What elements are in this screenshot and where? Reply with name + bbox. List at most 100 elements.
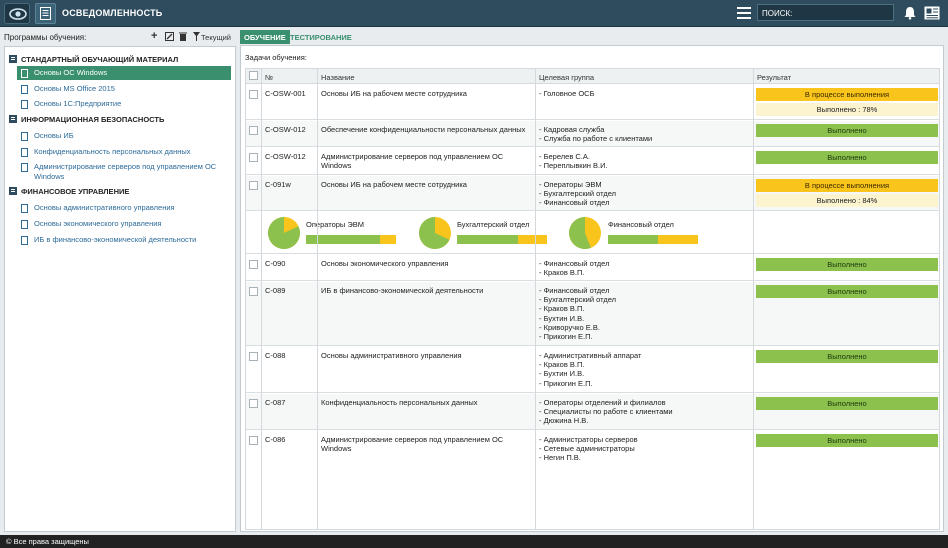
- tree-item-admin-management[interactable]: Основы административного управления: [17, 203, 231, 213]
- tree-item-is-basics[interactable]: Основы ИБ: [17, 131, 231, 141]
- file-icon: [21, 220, 28, 229]
- row-checkbox[interactable]: [249, 90, 258, 99]
- task-id: C-090: [265, 259, 286, 268]
- row-checkbox[interactable]: [249, 352, 258, 361]
- file-icon: [21, 85, 28, 94]
- tree-item-personal-data[interactable]: Конфиденциальность персональных данных: [17, 147, 231, 157]
- task-group: - Берелев С.А. - Переплывкин В.И.: [539, 152, 608, 171]
- col-target-group[interactable]: Целевая группа: [539, 73, 594, 82]
- table-row[interactable]: C-089 ИБ в финансово-экономической деяте…: [246, 282, 939, 346]
- dept-name-operators: Операторы ЭВМ: [306, 220, 365, 229]
- tree-item-label: Основы 1С:Предприятие: [34, 99, 122, 108]
- programs-toolbar: Программы обучения: + Текущий: [4, 30, 236, 45]
- col-number[interactable]: №: [265, 73, 273, 82]
- status-in-progress: В процессе выполнения: [756, 88, 938, 101]
- tree-item-ms-office[interactable]: Основы MS Office 2015: [17, 84, 231, 94]
- task-id: C-OSW-012: [265, 125, 306, 134]
- tree-group-security[interactable]: ИНФОРМАЦИОННАЯ БЕЗОПАСНОСТЬ: [9, 115, 164, 124]
- column-divider: [261, 69, 262, 529]
- menu-icon[interactable]: [737, 7, 751, 19]
- current-filter-label[interactable]: Текущий: [201, 33, 231, 42]
- programs-tree: СТАНДАРТНЫЙ ОБУЧАЮЩИЙ МАТЕРИАЛ Основы ОС…: [4, 46, 236, 532]
- bar-finance: [608, 235, 698, 244]
- table-row[interactable]: C-OSW-012 Администрирование серверов под…: [246, 148, 939, 175]
- table-row[interactable]: C-086 Администрирование серверов под упр…: [246, 431, 939, 467]
- search-input[interactable]: [790, 7, 890, 19]
- table-row[interactable]: C-090 Основы экономического управления -…: [246, 255, 939, 281]
- tree-item-label: ИБ в финансово-экономической деятельност…: [34, 235, 197, 244]
- task-id: C-091w: [265, 180, 291, 189]
- column-divider: [535, 69, 536, 529]
- task-group: - Администраторы серверов - Сетевые адми…: [539, 435, 638, 463]
- col-result[interactable]: Результат: [757, 73, 791, 82]
- dept-name-accounting: Бухгалтерский отдел: [457, 220, 530, 229]
- task-name: Основы экономического управления: [321, 259, 449, 268]
- bar-fill-accounting: [457, 235, 519, 244]
- tree-item-label: Основы административного управления: [34, 203, 175, 212]
- tree-item-label: Администрирование серверов под управлени…: [34, 162, 217, 181]
- select-all-checkbox[interactable]: [249, 71, 258, 80]
- folder-icon: [9, 55, 17, 63]
- task-group: - Кадровая служба - Служба по работе с к…: [539, 125, 653, 144]
- table-header: № Название Целевая группа Результат: [246, 69, 939, 84]
- file-icon: [21, 163, 28, 172]
- row-checkbox[interactable]: [249, 126, 258, 135]
- task-id: C-086: [265, 435, 286, 444]
- tab-testing[interactable]: ТЕСТИРОВАНИЕ: [286, 30, 356, 44]
- table-row[interactable]: C-OSW-012 Обеспечение конфиденциальности…: [246, 121, 939, 147]
- app-title: ОСВЕДОМЛЕННОСТЬ: [62, 8, 163, 18]
- search-box[interactable]: ПОИСК:: [757, 4, 894, 21]
- status-done: Выполнено: [756, 285, 938, 298]
- tree-item-label: Основы MS Office 2015: [34, 84, 115, 93]
- file-icon: [21, 69, 28, 78]
- file-icon: [21, 100, 28, 109]
- row-checkbox[interactable]: [249, 260, 258, 269]
- row-checkbox[interactable]: [249, 436, 258, 445]
- task-name: Основы ИБ на рабочем месте сотрудника: [321, 89, 467, 98]
- table-row[interactable]: C-088 Основы административного управлени…: [246, 347, 939, 393]
- tree-group-finance[interactable]: ФИНАНСОВОЕ УПРАВЛЕНИЕ: [9, 187, 129, 196]
- bar-operators: [306, 235, 396, 244]
- tree-item-economic-management[interactable]: Основы экономического управления: [17, 219, 231, 229]
- tree-item-label: Конфиденциальность персональных данных: [34, 147, 191, 156]
- tree-item-label: Основы ИБ: [34, 131, 74, 140]
- row-checkbox[interactable]: [249, 399, 258, 408]
- filter-icon[interactable]: [193, 32, 200, 43]
- bell-icon[interactable]: [903, 6, 917, 22]
- col-name[interactable]: Название: [321, 73, 355, 82]
- task-name: Администрирование серверов под управлени…: [321, 152, 504, 171]
- tasks-panel: Задачи обучения: № Название Целевая груп…: [240, 45, 944, 532]
- row-checkbox[interactable]: [249, 287, 258, 296]
- table-row[interactable]: C-OSW-001 Основы ИБ на рабочем месте сот…: [246, 85, 939, 120]
- row-checkbox[interactable]: [249, 181, 258, 190]
- document-icon[interactable]: [35, 3, 56, 24]
- status-done: Выполнено: [756, 397, 938, 410]
- eye-logo-icon[interactable]: [4, 3, 30, 24]
- task-group: - Административный аппарат - Краков В.П.…: [539, 351, 642, 388]
- task-id: C-087: [265, 398, 286, 407]
- edit-icon[interactable]: [165, 32, 174, 43]
- tab-training[interactable]: ОБУЧЕНИЕ: [240, 30, 290, 44]
- bar-fill-finance: [608, 235, 659, 244]
- folder-icon: [9, 187, 17, 195]
- tree-group-standard[interactable]: СТАНДАРТНЫЙ ОБУЧАЮЩИЙ МАТЕРИАЛ: [9, 55, 178, 64]
- tree-item-1c[interactable]: Основы 1С:Предприятие: [17, 99, 231, 109]
- tree-item-server-admin[interactable]: Администрирование серверов под управлени…: [17, 162, 231, 182]
- dept-name-finance: Финансовый отдел: [608, 220, 674, 229]
- table-row[interactable]: C-087 Конфиденциальность персональных да…: [246, 394, 939, 430]
- task-name: Конфиденциальность персональных данных: [321, 398, 478, 407]
- table-row[interactable]: C-091w Основы ИБ на рабочем месте сотруд…: [246, 176, 939, 211]
- add-icon[interactable]: +: [151, 30, 157, 42]
- file-icon: [21, 236, 28, 245]
- task-group: - Финансовый отдел - Бухгалтерский отдел…: [539, 286, 617, 342]
- news-icon[interactable]: [924, 6, 940, 22]
- tree-item-finance-security[interactable]: ИБ в финансово-экономической деятельност…: [17, 235, 231, 245]
- task-group: - Операторы ЭВМ - Бухгалтерский отдел - …: [539, 180, 617, 208]
- pie-operators: [268, 217, 301, 249]
- pie-finance: [569, 217, 601, 249]
- bar-accounting: [457, 235, 547, 244]
- tree-group-title: ФИНАНСОВОЕ УПРАВЛЕНИЕ: [21, 187, 130, 196]
- trash-icon[interactable]: [179, 32, 187, 43]
- tree-item-windows-basics[interactable]: Основы ОС Windows: [17, 66, 231, 80]
- row-checkbox[interactable]: [249, 153, 258, 162]
